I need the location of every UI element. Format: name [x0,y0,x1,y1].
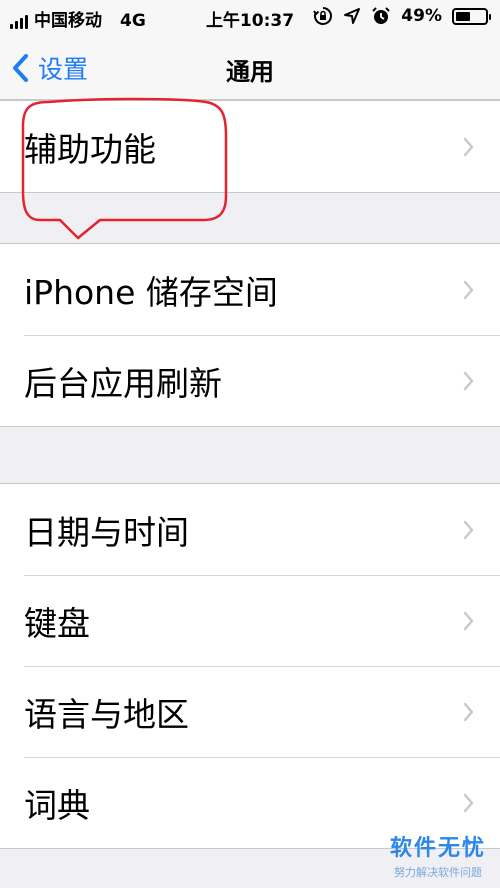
chevron-right-icon [463,702,474,721]
list-item-label: 日期与时间 [24,512,189,552]
chevron-right-icon [463,137,474,156]
status-bar: 中国移动 4G 上午10:37 49% [0,0,500,36]
chevron-right-icon [463,611,474,630]
chevron-right-icon [463,371,474,390]
list-item-accessibility[interactable]: 辅助功能 [0,101,500,192]
battery-icon [452,7,491,25]
list-item-label: 键盘 [24,603,90,643]
chevron-right-icon [463,280,474,299]
list-item-label: 辅助功能 [24,129,156,169]
settings-group-locale: 日期与时间 键盘 语言与地区 词典 [0,483,500,849]
list-item-language-region[interactable]: 语言与地区 [0,666,500,757]
chevron-right-icon [463,793,474,812]
watermark-logo: 软件无忧 努力解决软件问题 [390,830,486,880]
status-right: 49% [313,6,491,26]
settings-group-storage: iPhone 储存空间 后台应用刷新 [0,243,500,427]
list-item-date-time[interactable]: 日期与时间 [0,484,500,575]
chevron-right-icon [463,520,474,539]
battery-level [456,11,470,21]
navigation-bar: 设置 通用 [0,36,500,100]
list-item-label: iPhone 储存空间 [24,272,278,312]
watermark-title: 软件无忧 [389,836,486,861]
alarm-icon [372,7,391,24]
watermark-subtitle: 努力解决软件问题 [393,866,482,879]
list-item-background-app-refresh[interactable]: 后台应用刷新 [0,335,500,426]
list-item-keyboard[interactable]: 键盘 [0,575,500,666]
orientation-lock-icon [313,7,333,25]
battery-percent: 49% [401,6,442,26]
page-title: 通用 [226,58,274,86]
settings-group-accessibility: 辅助功能 [0,100,500,193]
list-item-iphone-storage[interactable]: iPhone 储存空间 [0,244,500,335]
list-item-label: 后台应用刷新 [24,363,222,403]
list-item-label: 词典 [24,785,90,825]
list-item-label: 语言与地区 [24,694,189,734]
location-icon [344,8,361,24]
